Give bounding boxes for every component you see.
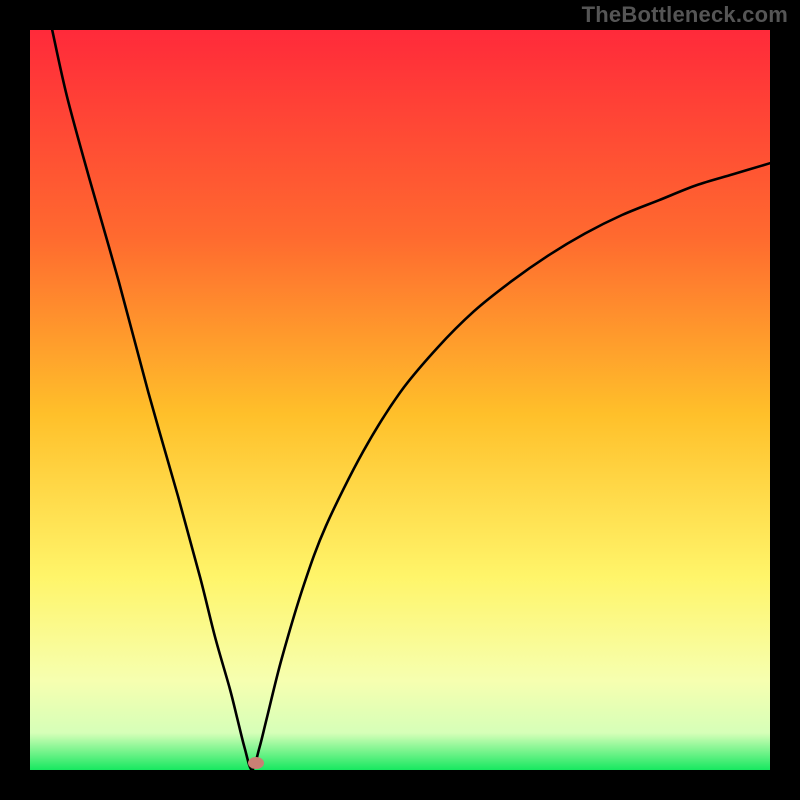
curve-layer bbox=[30, 30, 770, 770]
plot-area bbox=[30, 30, 770, 770]
watermark-text: TheBottleneck.com bbox=[582, 2, 788, 28]
chart-frame: TheBottleneck.com bbox=[0, 0, 800, 800]
bottleneck-curve bbox=[52, 30, 770, 770]
